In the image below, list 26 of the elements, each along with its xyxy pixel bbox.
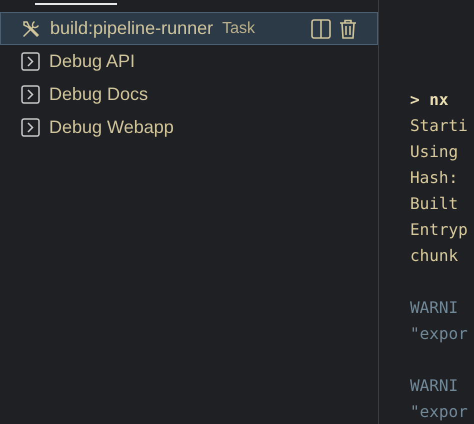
terminal-line: WARNI — [410, 296, 458, 318]
terminal-line: "expor — [410, 322, 468, 344]
terminal-line: "expor — [410, 400, 468, 422]
terminal-name: build:pipeline-runner — [50, 17, 214, 40]
terminal-line: Built — [410, 192, 458, 214]
chevron-box-icon — [21, 85, 40, 104]
split-icon[interactable] — [311, 18, 331, 38]
terminal-name: Debug Docs — [49, 83, 148, 106]
chevron-box-icon — [21, 118, 40, 137]
terminal-list-item[interactable]: Debug Docs — [0, 78, 378, 111]
trash-icon[interactable] — [339, 18, 357, 38]
terminal-name: Debug Webapp — [49, 116, 174, 139]
terminal-line: Hash: — [410, 166, 458, 188]
terminal-list-item[interactable]: build:pipeline-runner Task — [0, 12, 378, 45]
terminal-line: WARNI — [410, 374, 458, 396]
terminal-line: > nx — [410, 88, 449, 110]
terminal-list-item[interactable]: Debug Webapp — [0, 111, 378, 144]
terminal-line: Starti — [410, 114, 468, 136]
terminal-line: Using — [410, 140, 458, 162]
chevron-box-icon — [21, 52, 40, 71]
terminal-list-item[interactable]: Debug API — [0, 45, 378, 78]
tools-icon — [21, 18, 41, 38]
terminal-name: Debug API — [49, 50, 136, 73]
terminal-type: Task — [222, 18, 256, 38]
terminal-line: Entryp — [410, 218, 468, 240]
terminal-line: chunk — [410, 244, 458, 266]
